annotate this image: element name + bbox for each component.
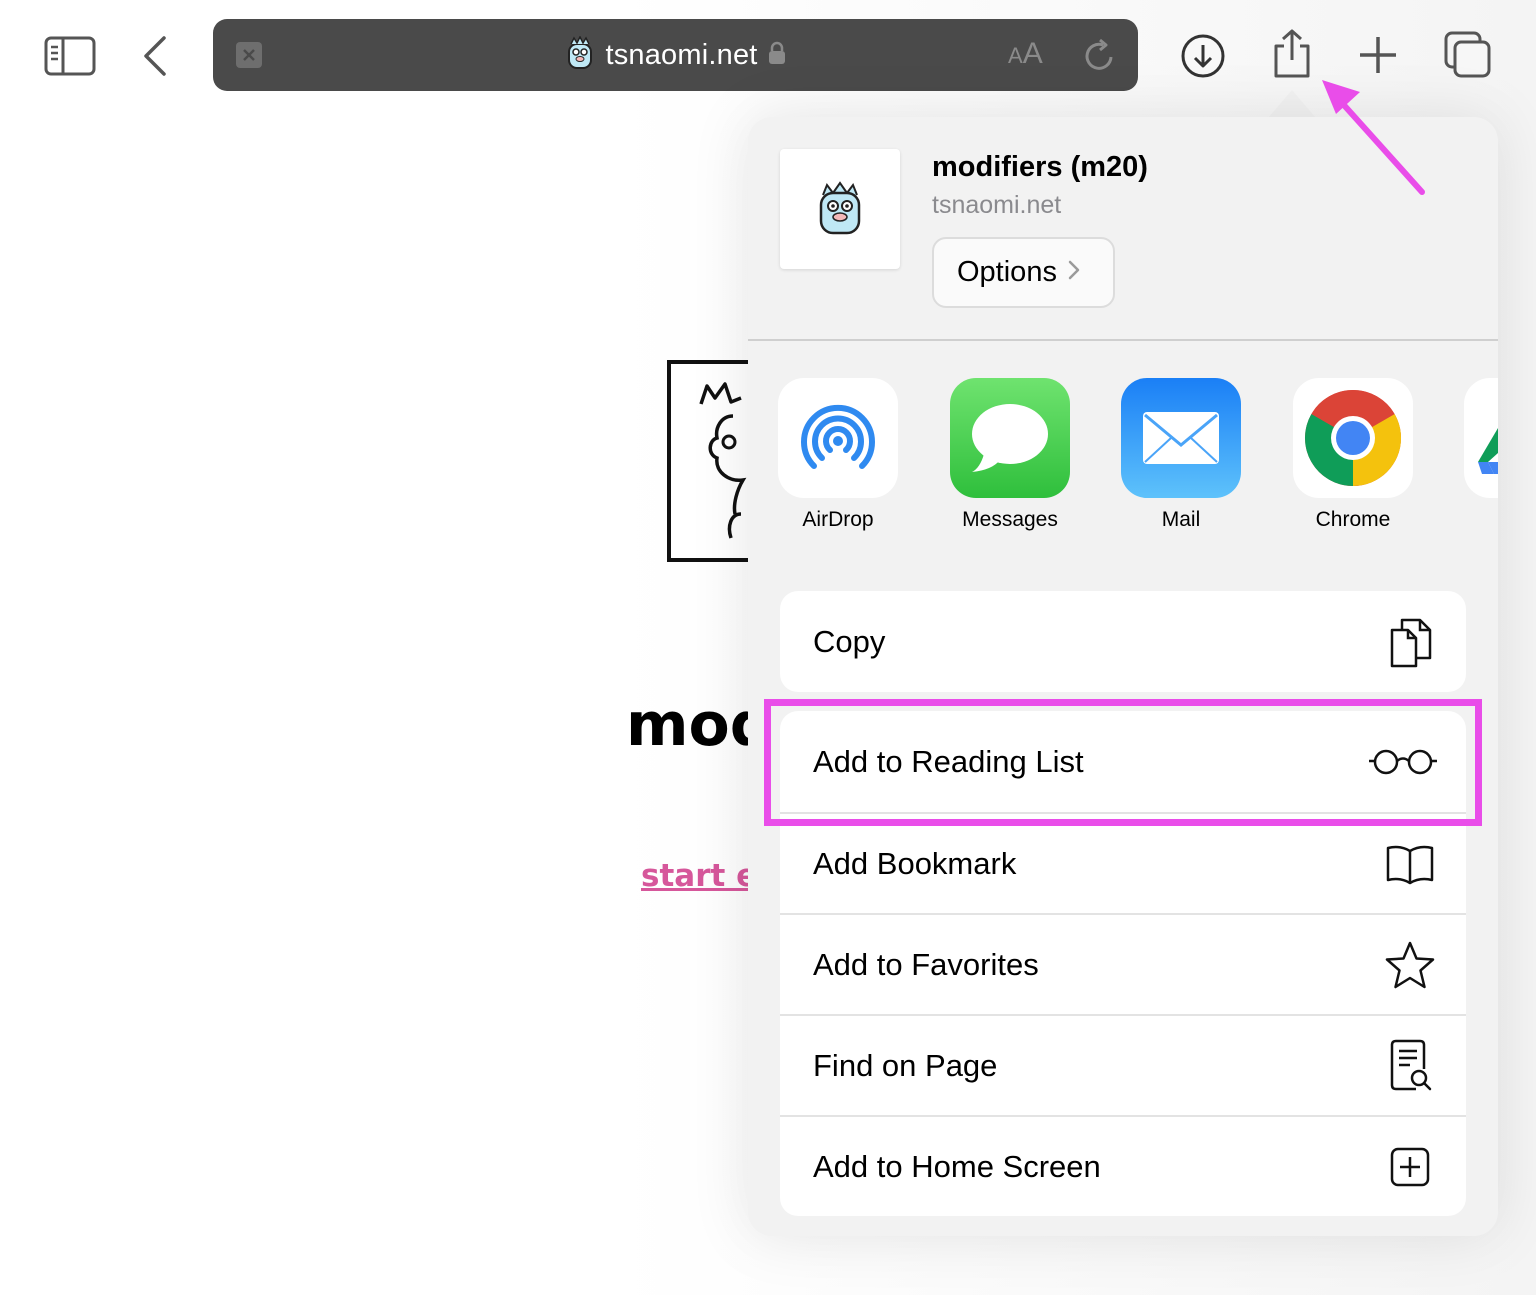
add-to-reading-list-row[interactable]: Add to Reading List	[780, 711, 1466, 812]
book-icon	[1382, 836, 1438, 892]
copy-row[interactable]: Copy	[780, 591, 1466, 692]
app-label: Chrome	[1315, 508, 1391, 531]
reload-icon[interactable]	[1083, 37, 1117, 78]
address-bar[interactable]: tsnaomi.net AA	[213, 19, 1138, 91]
app-mail[interactable]: Mail	[1121, 378, 1241, 532]
app-label: Messages	[962, 508, 1058, 531]
reader-mode-button[interactable]: AA	[1008, 37, 1043, 71]
actions-group: Add to Reading List Add Bookmark Add to …	[780, 711, 1466, 1216]
tabs-overview-icon[interactable]	[1444, 31, 1492, 79]
action-label: Add to Favorites	[813, 946, 1039, 982]
share-icon[interactable]	[1271, 28, 1313, 80]
messages-icon	[950, 378, 1070, 498]
app-label: AirDrop	[802, 508, 874, 531]
app-label: Mail	[1161, 508, 1201, 531]
add-square-icon	[1382, 1139, 1438, 1195]
share-subtitle: tsnaomi.net	[932, 191, 1062, 219]
app-chrome[interactable]: Chrome	[1293, 378, 1413, 532]
add-to-favorites-row[interactable]: Add to Favorites	[780, 913, 1466, 1014]
chrome-icon	[1293, 378, 1413, 498]
action-label: Add to Reading List	[813, 743, 1084, 779]
action-label: Find on Page	[813, 1047, 998, 1083]
options-label: Options	[957, 256, 1057, 288]
screen: tsnaomi.net AA mod start ex modifiers (m…	[0, 0, 1536, 1295]
action-label: Add Bookmark	[813, 845, 1017, 881]
app-drive-partial[interactable]	[1464, 378, 1498, 498]
app-airdrop[interactable]: AirDrop	[778, 378, 898, 532]
glasses-icon	[1368, 734, 1438, 790]
sheet-divider	[748, 339, 1498, 341]
add-to-home-screen-row[interactable]: Add to Home Screen	[780, 1115, 1466, 1216]
sidebar-icon[interactable]	[44, 36, 96, 76]
add-bookmark-row[interactable]: Add Bookmark	[780, 812, 1466, 913]
reader-label-small: A	[1008, 43, 1023, 68]
copy-icon	[1382, 614, 1438, 670]
find-on-page-row[interactable]: Find on Page	[780, 1014, 1466, 1115]
share-sheet: modifiers (m20) tsnaomi.net Options AirD…	[748, 117, 1498, 1236]
find-on-page-icon	[1382, 1038, 1438, 1094]
url-text[interactable]: tsnaomi.net	[605, 39, 757, 72]
web-page: mod start ex	[0, 110, 787, 1295]
copy-label: Copy	[813, 623, 886, 659]
download-icon[interactable]	[1180, 33, 1226, 79]
mail-icon	[1121, 378, 1241, 498]
share-title: modifiers (m20)	[932, 151, 1148, 183]
star-icon	[1382, 937, 1438, 993]
back-icon[interactable]	[140, 34, 170, 78]
new-tab-icon[interactable]	[1358, 35, 1398, 75]
reader-label-big: A	[1022, 37, 1043, 70]
close-tab-icon[interactable]	[236, 42, 262, 68]
share-sheet-caret	[1268, 90, 1316, 118]
site-favicon	[565, 34, 595, 75]
chevron-right-icon	[1067, 259, 1081, 286]
action-label: Add to Home Screen	[813, 1148, 1101, 1184]
airdrop-icon	[778, 378, 898, 498]
page-thumbnail	[780, 149, 900, 269]
lock-icon	[768, 41, 786, 70]
copy-group: Copy	[780, 591, 1466, 692]
google-drive-icon	[1464, 378, 1498, 498]
app-messages[interactable]: Messages	[950, 378, 1070, 532]
options-button[interactable]: Options	[932, 237, 1115, 308]
